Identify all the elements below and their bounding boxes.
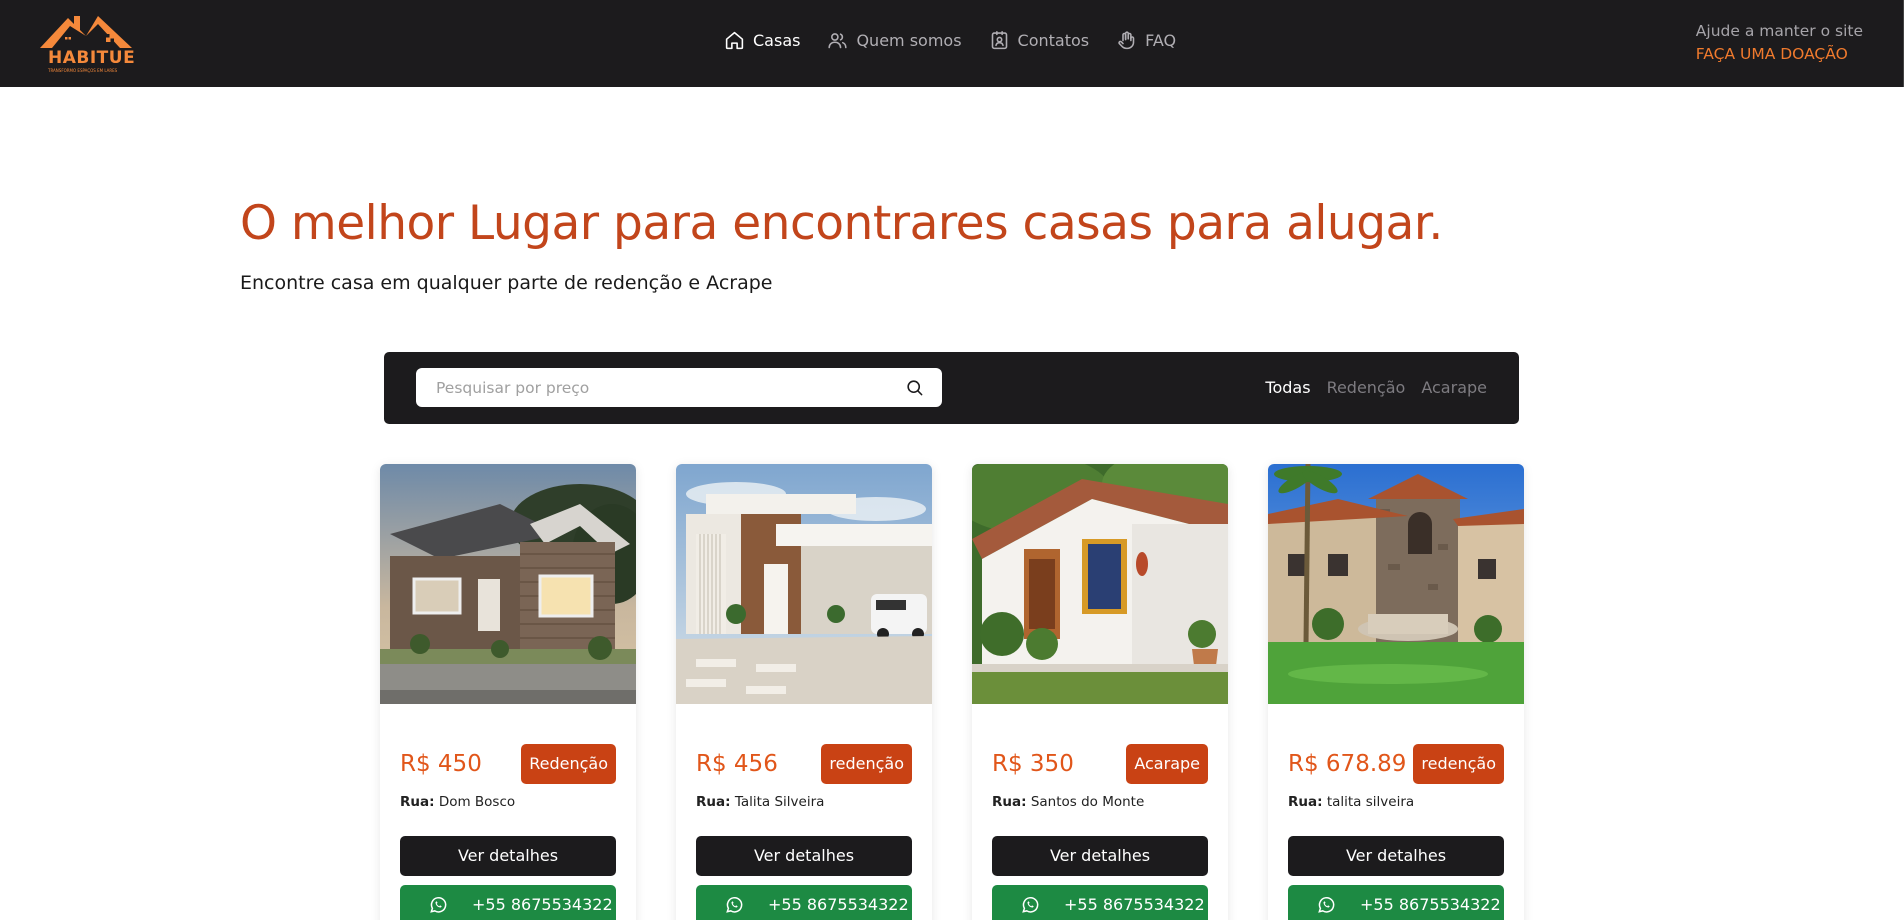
street-label: Rua:: [400, 794, 435, 810]
nav-label: Contatos: [1017, 31, 1090, 50]
house-photo[interactable]: [676, 464, 932, 704]
home-icon: [725, 31, 744, 50]
whatsapp-phone: +55 8675534322: [768, 895, 909, 914]
city-badge: redenção: [1413, 744, 1504, 784]
whatsapp-icon: [726, 896, 743, 913]
nav-label: FAQ: [1145, 31, 1177, 50]
house-card: R$ 450 Redenção Rua: Dom Bosco Ver detal…: [380, 464, 636, 920]
street-label: Rua:: [1288, 794, 1323, 810]
city-badge: Acarape: [1126, 744, 1208, 784]
nav-label: Casas: [753, 31, 801, 50]
city-badge: redenção: [821, 744, 912, 784]
contact-card-icon: [991, 30, 1007, 50]
house-photo[interactable]: [380, 464, 636, 704]
street-name: Dom Bosco: [438, 794, 516, 810]
search-filter-bar: Todas Redenção Acarape: [384, 352, 1519, 424]
house-card: R$ 678.89 redenção Rua: talita silveira …: [1268, 464, 1524, 920]
search-box: [416, 368, 942, 407]
hand-icon: [1118, 31, 1135, 50]
house-street: Rua: Santos do Monte: [992, 794, 1144, 810]
street-label: Rua:: [696, 794, 731, 810]
view-details-button[interactable]: Ver detalhes: [992, 836, 1208, 876]
street-name: Talita Silveira: [734, 794, 825, 810]
house-price: R$ 678.89: [1288, 751, 1407, 777]
filter-redencao[interactable]: Redenção: [1327, 378, 1406, 397]
city-filters: Todas Redenção Acarape: [1265, 378, 1487, 397]
filter-todas[interactable]: Todas: [1265, 378, 1310, 397]
house-price: R$ 350: [992, 751, 1074, 777]
view-details-button[interactable]: Ver detalhes: [400, 836, 616, 876]
house-street: Rua: Talita Silveira: [696, 794, 824, 810]
habitue-logo[interactable]: HABITUE TRANSFORMO ESPAÇOS EM LARES: [36, 12, 136, 76]
house-photo[interactable]: [1268, 464, 1524, 704]
whatsapp-button[interactable]: +55 8675534322: [992, 885, 1208, 920]
main-nav: Casas Quem somos Contatos FAQ: [724, 30, 1176, 51]
house-street: Rua: talita silveira: [1288, 794, 1414, 810]
street-label: Rua:: [992, 794, 1027, 810]
page-title: O melhor Lugar para encontrares casas pa…: [240, 196, 1443, 251]
house-price: R$ 456: [696, 751, 778, 777]
nav-item-contatos[interactable]: Contatos: [989, 30, 1090, 51]
users-icon: [828, 33, 848, 49]
whatsapp-phone: +55 8675534322: [472, 895, 613, 914]
house-street: Rua: Dom Bosco: [400, 794, 515, 810]
filter-acarape[interactable]: Acarape: [1421, 378, 1487, 397]
top-navbar: HABITUE TRANSFORMO ESPAÇOS EM LARES Casa…: [0, 0, 1904, 87]
whatsapp-phone: +55 8675534322: [1360, 895, 1501, 914]
house-photo[interactable]: [972, 464, 1228, 704]
whatsapp-button[interactable]: +55 8675534322: [696, 885, 912, 920]
donation-link[interactable]: FAÇA UMA DOAÇÃO: [1696, 45, 1863, 63]
donation-area: Ajude a manter o site FAÇA UMA DOAÇÃO: [1696, 22, 1863, 63]
whatsapp-phone: +55 8675534322: [1064, 895, 1205, 914]
search-icon[interactable]: [905, 378, 924, 397]
page-subtitle: Encontre casa em qualquer parte de reden…: [240, 272, 773, 294]
view-details-button[interactable]: Ver detalhes: [696, 836, 912, 876]
street-name: Santos do Monte: [1030, 794, 1145, 810]
nav-item-casas[interactable]: Casas: [724, 30, 800, 51]
nav-item-faq[interactable]: FAQ: [1116, 30, 1176, 51]
street-name: talita silveira: [1326, 794, 1415, 810]
whatsapp-icon: [1022, 896, 1039, 913]
whatsapp-icon: [430, 896, 447, 913]
house-price: R$ 450: [400, 751, 482, 777]
whatsapp-button[interactable]: +55 8675534322: [400, 885, 616, 920]
house-card: R$ 456 redenção Rua: Talita Silveira Ver…: [676, 464, 932, 920]
search-input[interactable]: [416, 368, 886, 407]
brand-name: HABITUE: [48, 48, 136, 68]
view-details-button[interactable]: Ver detalhes: [1288, 836, 1504, 876]
nav-item-quem-somos[interactable]: Quem somos: [827, 30, 962, 51]
house-roof-logo-icon: [40, 16, 132, 48]
nav-label: Quem somos: [856, 31, 962, 50]
whatsapp-button[interactable]: +55 8675534322: [1288, 885, 1504, 920]
city-badge: Redenção: [521, 744, 616, 784]
house-card: R$ 350 Acarape Rua: Santos do Monte Ver …: [972, 464, 1228, 920]
brand-tagline: TRANSFORMO ESPAÇOS EM LARES: [48, 68, 118, 73]
whatsapp-icon: [1318, 896, 1335, 913]
donation-help-text: Ajude a manter o site: [1695, 22, 1863, 40]
